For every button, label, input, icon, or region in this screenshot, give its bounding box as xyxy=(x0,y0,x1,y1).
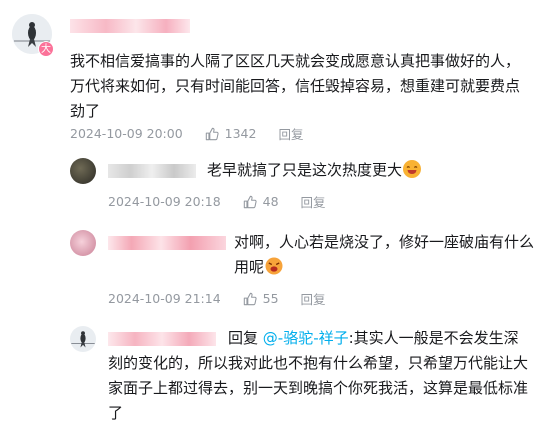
reply-meta: 2024-10-09 20:18 48 回复 xyxy=(108,192,326,211)
reply-meta: 2024-10-09 21:14 55 回复 xyxy=(108,289,326,308)
like-count: 55 xyxy=(262,291,279,306)
avatar[interactable] xyxy=(70,326,96,352)
like-button[interactable]: 1342 xyxy=(205,126,257,141)
timestamp: 2024-10-09 20:18 xyxy=(108,194,221,209)
level-badge: 大 xyxy=(38,41,54,57)
mention-link[interactable]: @-骆驼-祥子 xyxy=(263,329,349,347)
reply-text: 对啊，人心若是烧没了，修好一座破庙有什么用呢 xyxy=(234,230,534,280)
like-count: 48 xyxy=(262,194,279,209)
reply-item: 对啊，人心若是烧没了，修好一座破庙有什么用呢 2024-10-09 21:14 … xyxy=(0,220,550,315)
reply-content: 老早就搞了只是这次热度更大 xyxy=(207,161,403,179)
main-comment: 大 我不相信爱搞事的人隔了区区几天就会变成愿意认真把事做好的人，万代将来如何，只… xyxy=(0,0,550,150)
comment-text: 我不相信爱搞事的人隔了区区几天就会变成愿意认真把事做好的人，万代将来如何，只有时… xyxy=(70,52,521,120)
thumb-up-icon xyxy=(243,292,257,305)
timestamp: 2024-10-09 21:14 xyxy=(108,291,221,306)
reply-item: 回复 @-骆驼-祥子:其实人一般是不会发生深刻的变化的，所以我对此也不抱有什么希… xyxy=(0,315,550,439)
timestamp: 2024-10-09 20:00 xyxy=(70,126,183,141)
like-button[interactable]: 55 xyxy=(243,291,279,306)
avatar[interactable] xyxy=(70,158,96,184)
like-count: 1342 xyxy=(224,126,257,141)
avatar[interactable] xyxy=(70,230,96,256)
reply-prefix: 回复 xyxy=(228,329,263,347)
emoji-angry-icon xyxy=(265,257,283,275)
comment-meta: 2024-10-09 20:00 1342 回复 xyxy=(70,124,303,143)
reply-button[interactable]: 回复 xyxy=(301,192,326,211)
thumb-up-icon xyxy=(243,195,257,208)
avatar-bird-icon xyxy=(70,326,96,352)
username[interactable] xyxy=(108,236,226,250)
thumb-up-icon xyxy=(205,127,219,140)
reply-text: 回复 @-骆驼-祥子:其实人一般是不会发生深刻的变化的，所以我对此也不抱有什么希… xyxy=(108,326,528,426)
reply-button[interactable]: 回复 xyxy=(301,289,326,308)
like-button[interactable]: 48 xyxy=(243,194,279,209)
reply-button[interactable]: 回复 xyxy=(278,124,303,143)
emoji-laugh-icon xyxy=(403,160,422,178)
reply-text: 老早就搞了只是这次热度更大 xyxy=(207,158,537,183)
reply-item: 老早就搞了只是这次热度更大 2024-10-09 20:18 48 回复 xyxy=(0,150,550,220)
username[interactable] xyxy=(108,164,196,178)
username[interactable] xyxy=(70,19,190,33)
